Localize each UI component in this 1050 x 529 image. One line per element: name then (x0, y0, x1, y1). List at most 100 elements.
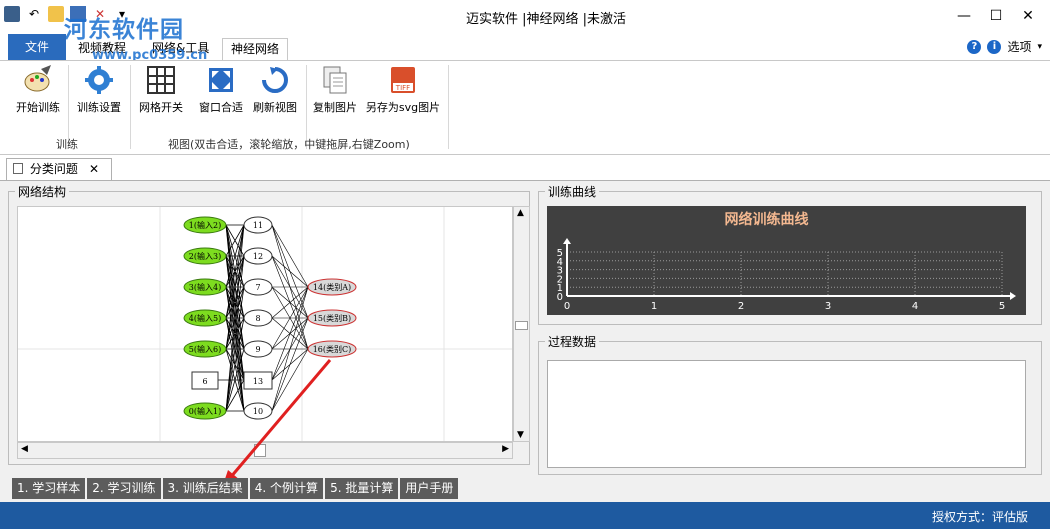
maximize-button[interactable]: ☐ (980, 4, 1012, 28)
svg-text:7: 7 (255, 283, 260, 292)
scroll-down-arrow[interactable]: ▼ (517, 430, 524, 440)
svg-text:4(输入5): 4(输入5) (189, 313, 221, 323)
network-edge (271, 348, 309, 412)
hidden-node[interactable]: 7 (243, 278, 273, 296)
grid-toggle-button[interactable]: 网格开关 (136, 65, 186, 115)
svg-text:1(输入2): 1(输入2) (189, 220, 221, 230)
window-controls: — ☐ ✕ (948, 4, 1044, 28)
document-icon (13, 163, 23, 174)
options-menu[interactable]: 选项 (1007, 38, 1031, 55)
network-edge (271, 317, 309, 412)
window-title: 迈实软件 |神经网络 |未激活 (466, 12, 627, 27)
input-node[interactable]: 1(输入2) (183, 216, 227, 234)
tab-user-manual[interactable]: 用户手册 (400, 478, 459, 499)
svg-text:13: 13 (253, 377, 263, 386)
paint-palette-icon (24, 65, 51, 92)
start-training-button[interactable]: 开始训练 (14, 65, 62, 115)
tab-batch-calculation[interactable]: 5. 批量计算 (325, 478, 399, 499)
tab-training-results[interactable]: 3. 训练后结果 (162, 478, 248, 499)
box-node[interactable]: 6 (191, 371, 219, 390)
input-node[interactable]: 2(输入3) (183, 247, 227, 265)
scroll-up-arrow[interactable]: ▲ (517, 208, 524, 218)
help-icon[interactable]: ? (967, 39, 982, 54)
x-tick-label: 0 (564, 301, 570, 312)
y-tick-label: 5 (557, 248, 563, 259)
hidden-node[interactable]: 9 (243, 340, 273, 358)
svg-text:12: 12 (253, 252, 263, 261)
copy-image-label: 复制图片 (313, 101, 357, 114)
training-settings-button[interactable]: 训练设置 (74, 65, 124, 115)
vertical-scrollbar[interactable]: ▲ ▼ (513, 206, 530, 442)
input-node[interactable]: 3(输入4) (183, 278, 227, 296)
output-node[interactable]: 15(类别B) (307, 309, 357, 327)
close-tab-icon[interactable]: ✕ (89, 159, 99, 179)
process-data-title: 过程数据 (545, 333, 600, 350)
svg-text:5(输入6): 5(输入6) (189, 344, 221, 354)
save-as-svg-button[interactable]: TIFF 另存为svg图片 (364, 65, 442, 115)
tab-learning-samples[interactable]: 1. 学习样本 (12, 478, 86, 499)
network-edge (271, 224, 309, 288)
svg-text:11: 11 (253, 221, 263, 230)
tab-case-calculation[interactable]: 4. 个例计算 (249, 478, 324, 499)
scroll-thumb[interactable] (515, 321, 528, 330)
input-node[interactable]: 5(输入6) (183, 340, 227, 358)
output-node[interactable]: 14(类别A) (307, 278, 357, 296)
start-training-label: 开始训练 (16, 101, 60, 114)
tab-neural-network[interactable]: 神经网络 (222, 38, 289, 60)
hidden-node[interactable]: 10 (243, 402, 273, 420)
title-bar: ↶ ✕ ▾ 河东软件园 迈实软件 |神经网络 |未激活 — ☐ ✕ (0, 0, 1050, 43)
svg-text:15(类别B): 15(类别B) (313, 313, 351, 323)
grid-toggle-label: 网格开关 (139, 101, 183, 114)
x-axis-arrow (1010, 292, 1016, 300)
ribbon-panel: 开始训练 训练设置 网格开关 窗口合适 刷新视图 复制图片 TIFF 另存为sv… (0, 60, 1050, 155)
close-button[interactable]: ✕ (1012, 4, 1044, 28)
network-canvas[interactable]: 1(输入2) 2(输入3) 3(输入4) 4(输入5) 5(输入6) 0(输入1) 11 12… (17, 206, 513, 442)
horizontal-scrollbar[interactable]: ◀ ▶ (17, 442, 513, 459)
fit-window-button[interactable]: 窗口合适 (196, 65, 246, 115)
training-curve-title: 训练曲线 (545, 183, 600, 200)
scroll-left-arrow[interactable]: ◀ (21, 444, 28, 454)
x-tick-label: 3 (825, 301, 831, 312)
y-axis-arrow (563, 238, 571, 244)
hidden-node[interactable]: 12 (243, 247, 273, 265)
open-folder-icon[interactable] (48, 6, 64, 22)
network-edge (271, 255, 309, 288)
refresh-view-button[interactable]: 刷新视图 (250, 65, 300, 115)
content-area: 网络结构 1(输入2) 2(输入3) 3(输入4) 4(输入5) 5(输入6) 0(输入1… (0, 180, 1050, 502)
minimize-button[interactable]: — (948, 4, 980, 28)
license-status: 授权方式：评估版 (931, 510, 1028, 524)
tab-learning-training[interactable]: 2. 学习训练 (87, 478, 161, 499)
svg-text:8: 8 (255, 314, 260, 323)
fit-window-icon (209, 68, 233, 92)
input-node[interactable]: 4(输入5) (183, 309, 227, 327)
info-icon[interactable]: i (987, 39, 1002, 54)
undo-icon[interactable]: ↶ (26, 6, 42, 22)
svg-text:9: 9 (255, 345, 260, 354)
tab-file[interactable]: 文件 (8, 34, 66, 60)
network-structure-panel: 网络结构 1(输入2) 2(输入3) 3(输入4) 4(输入5) 5(输入6) 0(输入1… (8, 183, 530, 465)
hidden-node[interactable]: 13 (243, 371, 273, 390)
process-data-area[interactable] (547, 360, 1026, 468)
chevron-down-icon[interactable]: ▾ (1037, 42, 1042, 52)
hidden-node[interactable]: 11 (243, 216, 273, 234)
copy-image-button[interactable]: 复制图片 (310, 65, 360, 115)
refresh-icon (262, 67, 288, 93)
group-view-label: 视图(双击合适，滚轮缩放，中键拖屏,右键Zoom) (168, 138, 410, 151)
fit-window-label: 窗口合适 (199, 101, 243, 114)
output-node[interactable]: 16(类别C) (307, 340, 357, 358)
tab-classification[interactable]: 分类问题 ✕ (6, 158, 112, 180)
copy-image-icon (323, 66, 347, 94)
training-chart: 网络训练曲线 0 1 2 3 4 5 0 1 2 3 4 5 (547, 206, 1026, 315)
tiff-save-icon: TIFF (391, 67, 415, 93)
hscroll-thumb[interactable] (254, 444, 266, 457)
training-settings-label: 训练设置 (77, 101, 121, 114)
scroll-right-arrow[interactable]: ▶ (502, 444, 509, 454)
network-edge (271, 286, 309, 381)
x-tick-label: 5 (999, 301, 1005, 312)
training-curve-panel: 训练曲线 网络训练曲线 0 1 2 3 4 5 0 1 2 3 4 5 (538, 183, 1042, 325)
refresh-view-label: 刷新视图 (253, 101, 297, 114)
hidden-node[interactable]: 8 (243, 309, 273, 327)
svg-text:16(类别C): 16(类别C) (313, 344, 352, 354)
input-node[interactable]: 0(输入1) (183, 402, 227, 420)
chart-grid (566, 251, 1003, 297)
